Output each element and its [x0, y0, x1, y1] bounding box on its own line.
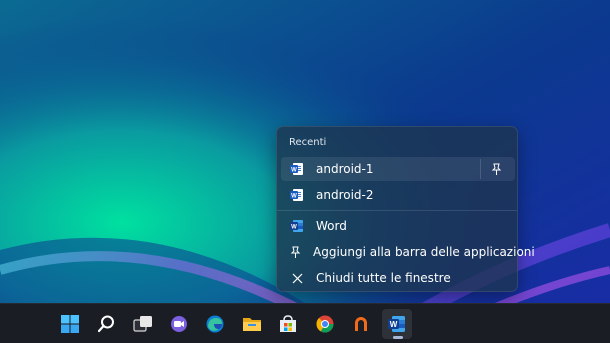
svg-text:W: W — [390, 320, 398, 329]
search-button[interactable] — [91, 309, 121, 339]
pin-icon — [491, 163, 501, 175]
task-label: Chiudi tutte le finestre — [316, 271, 451, 285]
chrome-button[interactable] — [310, 309, 340, 339]
taskbar: W — [0, 303, 610, 343]
word-doc-icon: W — [289, 161, 305, 177]
recent-item-label: android-2 — [316, 188, 374, 202]
word-doc-icon: W — [289, 187, 305, 203]
store-icon — [280, 315, 296, 332]
close-all-windows-task[interactable]: Chiudi tutte le finestre — [281, 266, 515, 290]
close-icon — [289, 270, 305, 286]
pin-icon — [289, 244, 302, 260]
windows-logo-icon — [61, 315, 79, 333]
orange-app-icon — [355, 317, 367, 331]
task-view-icon — [133, 316, 152, 332]
file-explorer-button[interactable] — [237, 309, 267, 339]
open-word-task[interactable]: W Word — [281, 214, 515, 238]
search-icon — [97, 315, 114, 333]
task-label: Aggiungi alla barra delle applicazioni — [313, 245, 535, 259]
word-app-icon: W — [289, 218, 305, 234]
word-taskbar-button[interactable]: W — [382, 309, 412, 339]
edge-icon — [206, 315, 224, 333]
word-app-icon: W — [388, 316, 405, 332]
chat-button[interactable] — [164, 309, 194, 339]
recent-item-label: android-1 — [316, 162, 374, 176]
svg-text:W: W — [291, 194, 297, 200]
edge-button[interactable] — [200, 309, 230, 339]
recent-section-title: Recenti — [289, 137, 327, 148]
start-button[interactable] — [55, 309, 85, 339]
teams-chat-icon — [171, 316, 187, 332]
app-button[interactable] — [346, 309, 376, 339]
pin-to-taskbar-task[interactable]: Aggiungi alla barra delle applicazioni — [281, 240, 535, 264]
svg-text:W: W — [291, 168, 297, 174]
running-indicator — [393, 336, 403, 339]
recent-item-android-1[interactable]: W android-1 — [281, 157, 515, 181]
svg-text:W: W — [291, 225, 297, 231]
jump-list-menu: Recenti W android-1 W android-2 W Word A… — [276, 126, 535, 292]
folder-icon — [243, 318, 261, 331]
desktop: Recenti W android-1 W android-2 W Word A… — [0, 0, 610, 343]
task-label: Word — [316, 219, 347, 233]
chrome-icon — [316, 315, 334, 333]
store-button[interactable] — [273, 309, 303, 339]
pin-to-list-button[interactable] — [480, 159, 511, 179]
task-view-button[interactable] — [128, 309, 158, 339]
menu-divider — [277, 210, 517, 211]
recent-item-android-2[interactable]: W android-2 — [281, 183, 515, 207]
